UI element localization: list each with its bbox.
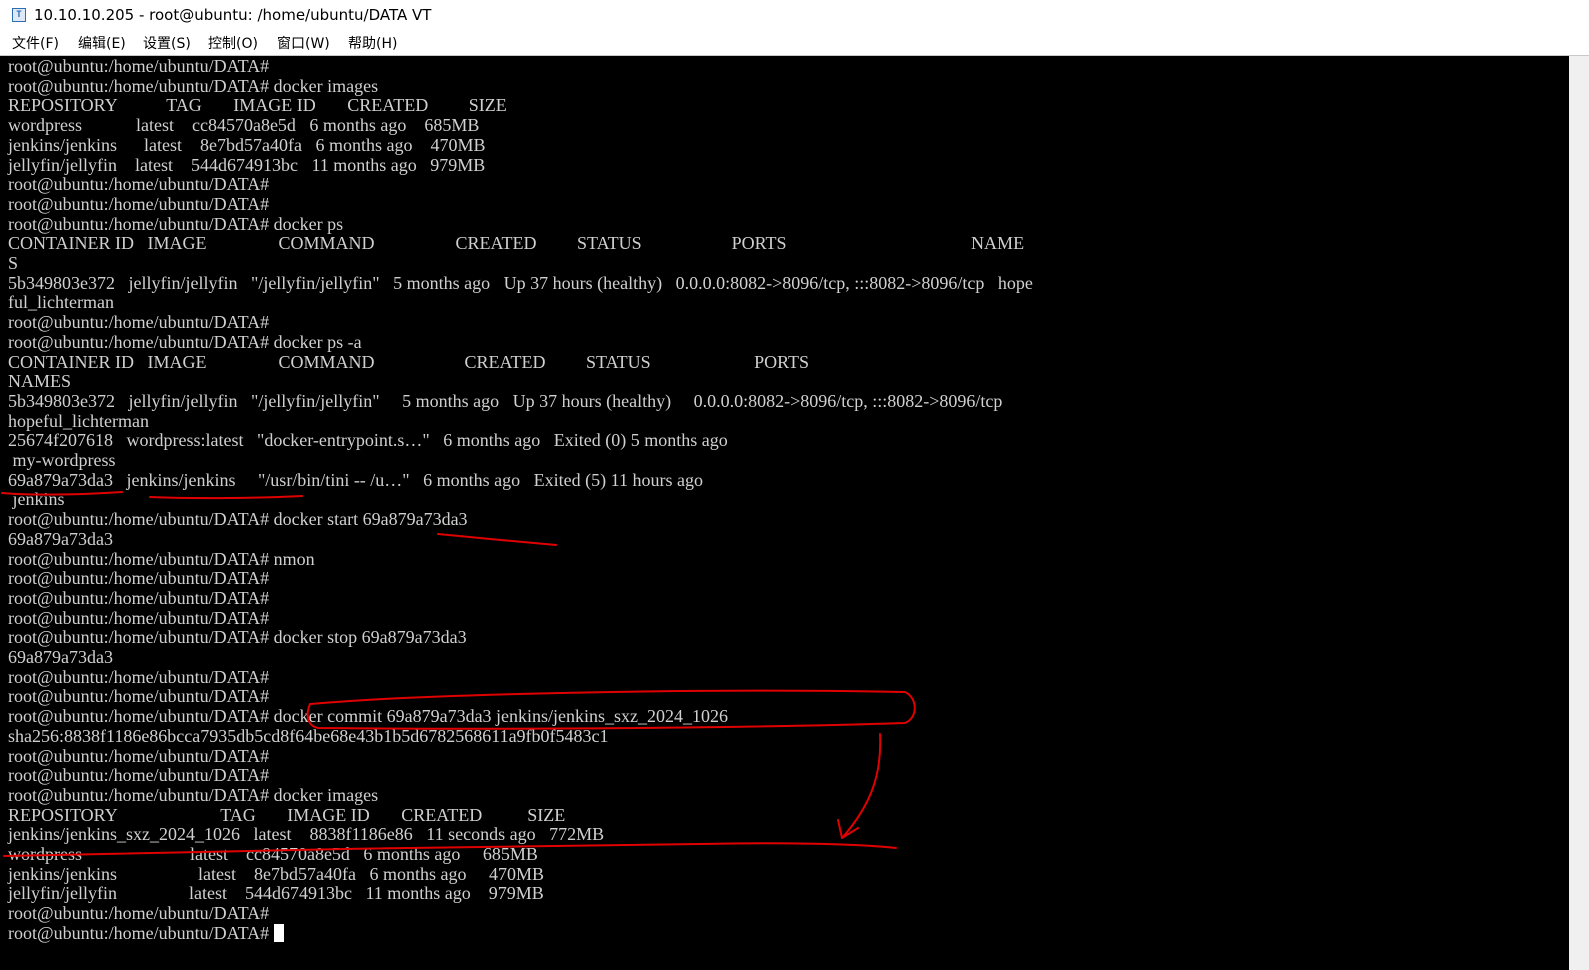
terminal-line: root@ubuntu:/home/ubuntu/DATA# docker im… xyxy=(8,75,379,96)
terminal-line: jenkins/jenkins_sxz_2024_1026 latest 883… xyxy=(8,824,605,845)
terminal-line: 69a879a73da3 xyxy=(8,528,113,549)
terminal-line: root@ubuntu:/home/ubuntu/DATA# xyxy=(8,745,270,766)
text-cursor xyxy=(273,923,284,942)
terminal-line: root@ubuntu:/home/ubuntu/DATA# xyxy=(8,922,284,944)
menu-bar: 文件(F) 编辑(E) 设置(S) 控制(O) 窗口(W) 帮助(H) xyxy=(0,31,1589,56)
terminal-line: 5b349803e372 jellyfin/jellyfin "/jellyfi… xyxy=(8,390,1003,411)
terminal-line: root@ubuntu:/home/ubuntu/DATA# xyxy=(8,666,270,687)
terminal-line: root@ubuntu:/home/ubuntu/DATA# docker st… xyxy=(8,627,467,648)
menu-help[interactable]: 帮助(H) xyxy=(348,33,397,53)
terminal-line: root@ubuntu:/home/ubuntu/DATA# xyxy=(8,903,270,924)
terminal-line: root@ubuntu:/home/ubuntu/DATA# xyxy=(8,193,270,214)
menu-window[interactable]: 窗口(W) xyxy=(277,33,330,53)
terminal-line: root@ubuntu:/home/ubuntu/DATA# xyxy=(8,568,270,589)
terminal-line: root@ubuntu:/home/ubuntu/DATA# xyxy=(8,765,270,786)
terminal-line: root@ubuntu:/home/ubuntu/DATA# docker im… xyxy=(8,784,379,805)
terminal-line: 69a879a73da3 jenkins/jenkins "/usr/bin/t… xyxy=(8,469,703,490)
terminal-app-icon: T xyxy=(12,8,26,22)
terminal-line: jenkins/jenkins latest 8e7bd57a40fa 6 mo… xyxy=(8,134,486,155)
terminal-line: 5b349803e372 jellyfin/jellyfin "/jellyfi… xyxy=(8,272,1033,293)
underline-start-id xyxy=(437,533,557,546)
terminal-output[interactable]: root@ubuntu:/home/ubuntu/DATA# root@ubun… xyxy=(0,56,1589,970)
terminal-line: root@ubuntu:/home/ubuntu/DATA# nmon xyxy=(8,548,315,569)
terminal-line: root@ubuntu:/home/ubuntu/DATA# xyxy=(8,607,270,628)
terminal-line: 69a879a73da3 xyxy=(8,647,113,667)
menu-control[interactable]: 控制(O) xyxy=(208,33,258,53)
underline-image-name xyxy=(149,495,303,500)
prompt-text: root@ubuntu:/home/ubuntu/DATA# xyxy=(8,922,274,943)
menu-file[interactable]: 文件(F) xyxy=(12,33,59,53)
terminal-line: CONTAINER ID IMAGE COMMAND CREATED STATU… xyxy=(8,233,1025,254)
terminal-line: root@ubuntu:/home/ubuntu/DATA# xyxy=(8,686,270,707)
terminal-line: sha256:8838f1186e86bcca7935db5cd8f64be68… xyxy=(8,725,609,746)
terminal-line: REPOSITORY TAG IMAGE ID CREATED SIZE xyxy=(8,95,507,116)
terminal-line: wordpress latest cc84570a8e5d 6 months a… xyxy=(8,844,538,864)
terminal-line: root@ubuntu:/home/ubuntu/DATA# docker ps xyxy=(8,213,344,234)
terminal-line: REPOSITORY TAG IMAGE ID CREATED SIZE xyxy=(8,804,566,825)
terminal-line: hopeful_lichterman xyxy=(8,410,149,431)
title-bar: T 10.10.10.205 - root@ubuntu: /home/ubun… xyxy=(0,0,1589,31)
terminal-line: root@ubuntu:/home/ubuntu/DATA# xyxy=(8,56,270,76)
vertical-scrollbar[interactable] xyxy=(1569,56,1589,970)
terminal-line: root@ubuntu:/home/ubuntu/DATA# xyxy=(8,312,270,333)
terminal-line: CONTAINER ID IMAGE COMMAND CREATED STATU… xyxy=(8,351,810,372)
terminal-line: root@ubuntu:/home/ubuntu/DATA# xyxy=(8,174,270,195)
terminal-line: root@ubuntu:/home/ubuntu/DATA# docker ps… xyxy=(8,331,362,352)
menu-settings[interactable]: 设置(S) xyxy=(143,33,191,53)
menu-edit[interactable]: 编辑(E) xyxy=(78,33,126,53)
terminal-line: NAMES xyxy=(8,371,72,392)
terminal-line: root@ubuntu:/home/ubuntu/DATA# docker st… xyxy=(8,509,468,530)
terminal-line: jenkins/jenkins latest 8e7bd57a40fa 6 mo… xyxy=(8,863,544,884)
terminal-line: my-wordpress xyxy=(8,450,116,470)
terminal-line: jellyfin/jellyfin latest 544d674913bc 11… xyxy=(8,883,544,904)
arrow-to-new-image xyxy=(837,733,882,839)
terminal-line: wordpress latest cc84570a8e5d 6 months a… xyxy=(8,115,480,136)
terminal-line: root@ubuntu:/home/ubuntu/DATA# docker co… xyxy=(8,706,729,727)
terminal-line: jellyfin/jellyfin latest 544d674913bc 11… xyxy=(8,154,486,175)
terminal-line: ful_lichterman xyxy=(8,292,114,313)
terminal-line: root@ubuntu:/home/ubuntu/DATA# xyxy=(8,587,270,608)
terminal-line: 25674f207618 wordpress:latest "docker-en… xyxy=(8,430,728,451)
terminal-line: jenkins xyxy=(8,489,65,510)
terminal-line: S xyxy=(8,253,19,273)
window-title: 10.10.10.205 - root@ubuntu: /home/ubuntu… xyxy=(34,6,432,24)
